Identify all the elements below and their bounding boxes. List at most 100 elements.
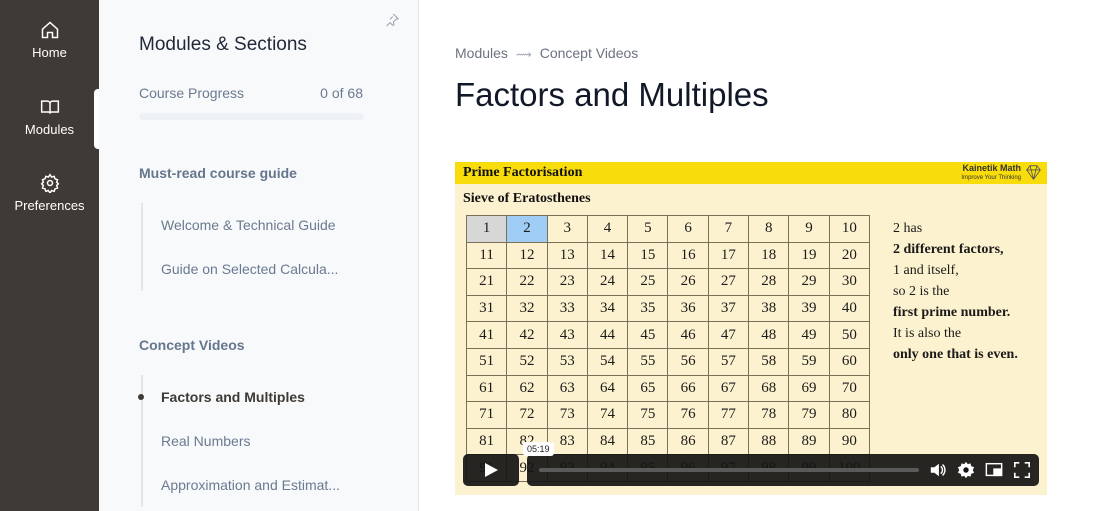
section-item[interactable]: Welcome & Technical Guide: [143, 203, 338, 247]
grid-row: 51 52 53 54 55 56 57 58 59 60: [465, 347, 870, 376]
seek-time-tooltip: 05:19: [523, 442, 554, 456]
play-icon: [485, 463, 498, 477]
section-title[interactable]: Concept Videos: [139, 337, 245, 353]
explanation-line: first prime number.: [893, 305, 1011, 320]
grid-cell: 80: [828, 401, 870, 429]
brand-name: Kainetik Math: [962, 163, 1021, 173]
section-list: Factors and Multiples Real Numbers Appro…: [138, 375, 340, 507]
section-item-active[interactable]: Factors and Multiples: [138, 375, 340, 419]
page-title: Factors and Multiples: [455, 76, 769, 113]
rail-label: Preferences: [14, 198, 85, 213]
pip-icon[interactable]: [985, 461, 1003, 479]
grid-cell: 66: [667, 374, 709, 403]
rail-item-modules[interactable]: Modules: [0, 97, 99, 139]
grid-cell: 70: [828, 374, 870, 403]
section-list: Welcome & Technical Guide Guide on Selec…: [141, 203, 338, 291]
pin-icon[interactable]: [384, 12, 400, 28]
breadcrumb-modules[interactable]: Modules: [455, 45, 508, 61]
grid-cell: 74: [586, 401, 629, 429]
volume-icon[interactable]: [929, 461, 947, 479]
grid-cell: 21: [465, 268, 508, 296]
grid-cell: 18: [748, 241, 790, 270]
grid-cell: 26: [667, 268, 709, 296]
grid-cell: 69: [788, 374, 830, 403]
grid-cell: 43: [546, 321, 588, 349]
grid-row: 21 22 23 24 25 26 27 28 29 30: [465, 268, 870, 296]
grid-cell: 63: [546, 374, 588, 403]
grid-cell: 33: [546, 294, 588, 323]
grid-cell: 61: [465, 374, 508, 403]
grid-cell: 9: [788, 215, 830, 243]
rail-item-preferences[interactable]: Preferences: [0, 173, 99, 215]
grid-cell: 19: [788, 241, 830, 270]
gear-icon: [40, 173, 59, 193]
grid-cell: 31: [465, 294, 508, 323]
explanation-line: 1 and itself,: [893, 263, 959, 278]
breadcrumb: Modules ⟿ Concept Videos: [455, 45, 638, 61]
grid-cell: 57: [707, 347, 750, 376]
grid-cell: 4: [586, 215, 629, 243]
grid-cell: 8: [748, 215, 790, 243]
grid-cell: 32: [506, 294, 548, 323]
grid-cell: 81: [465, 427, 508, 456]
grid-cell: 35: [627, 294, 669, 323]
settings-icon[interactable]: [957, 461, 975, 479]
grid-cell: 1: [465, 215, 508, 243]
grid-cell: 44: [586, 321, 629, 349]
video-slide-header: Prime Factorisation Kainetik Math Improve…: [455, 162, 1047, 184]
progress-bar: [139, 113, 364, 120]
grid-row: 1 2 3 4 5 6 7 8 9 10: [465, 215, 870, 243]
grid-cell: 22: [506, 268, 548, 296]
section-item[interactable]: Guide on Selected Calcula...: [143, 247, 338, 291]
breadcrumb-concept-videos[interactable]: Concept Videos: [540, 45, 639, 61]
grid-cell: 62: [506, 374, 548, 403]
grid-row: 61 62 63 64 65 66 67 68 69 70: [465, 374, 870, 403]
video-player[interactable]: Prime Factorisation Kainetik Math Improve…: [455, 162, 1047, 495]
explanation-line: 2 different factors,: [893, 242, 1004, 257]
grid-cell: 77: [707, 401, 750, 429]
grid-cell: 24: [586, 268, 629, 296]
play-button[interactable]: [463, 454, 519, 486]
grid-cell: 67: [707, 374, 750, 403]
grid-cell: 50: [828, 321, 870, 349]
grid-cell: 75: [627, 401, 669, 429]
grid-cell: 30: [828, 268, 870, 296]
nav-rail: Home Modules Preferences: [0, 0, 100, 511]
grid-cell: 49: [788, 321, 830, 349]
grid-cell: 60: [828, 347, 870, 376]
grid-cell: 86: [667, 427, 709, 456]
main-content: Modules ⟿ Concept Videos Factors and Multi…: [419, 0, 1095, 511]
grid-cell: 37: [707, 294, 750, 323]
grid-row: 71 72 73 74 75 76 77 78 79 80: [465, 401, 870, 429]
seek-bar[interactable]: [539, 468, 919, 472]
grid-cell: 2: [506, 215, 548, 243]
grid-cell: 41: [465, 321, 508, 349]
grid-cell: 5: [627, 215, 669, 243]
grid-cell: 3: [546, 215, 588, 243]
grid-cell: 36: [667, 294, 709, 323]
grid-cell: 39: [788, 294, 830, 323]
fullscreen-icon[interactable]: [1013, 461, 1031, 479]
grid-cell: 17: [707, 241, 750, 270]
home-icon: [41, 21, 58, 39]
grid-cell: 15: [627, 241, 669, 270]
grid-cell: 48: [748, 321, 790, 349]
breadcrumb-arrow-icon: ⟿: [515, 49, 532, 61]
section-item[interactable]: Approximation and Estimat...: [143, 463, 340, 507]
brand: Kainetik Math Improve Your Thinking: [961, 163, 1021, 183]
grid-cell: 45: [627, 321, 669, 349]
grid-cell: 38: [748, 294, 790, 323]
section-item[interactable]: Real Numbers: [143, 419, 340, 463]
grid-row: 31 32 33 34 35 36 37 38 39 40: [465, 294, 870, 323]
grid-cell: 23: [546, 268, 588, 296]
grid-cell: 76: [667, 401, 709, 429]
section-title[interactable]: Must-read course guide: [139, 165, 297, 181]
rail-item-home[interactable]: Home: [0, 20, 99, 62]
grid-cell: 72: [506, 401, 548, 429]
brand-tagline: Improve Your Thinking: [961, 175, 1021, 181]
grid-row: 11 12 13 14 15 16 17 18 19 20: [465, 241, 870, 270]
grid-cell: 53: [546, 347, 588, 376]
rail-label: Modules: [24, 122, 75, 137]
slide-title: Prime Factorisation: [463, 165, 583, 180]
grid-cell: 29: [788, 268, 830, 296]
